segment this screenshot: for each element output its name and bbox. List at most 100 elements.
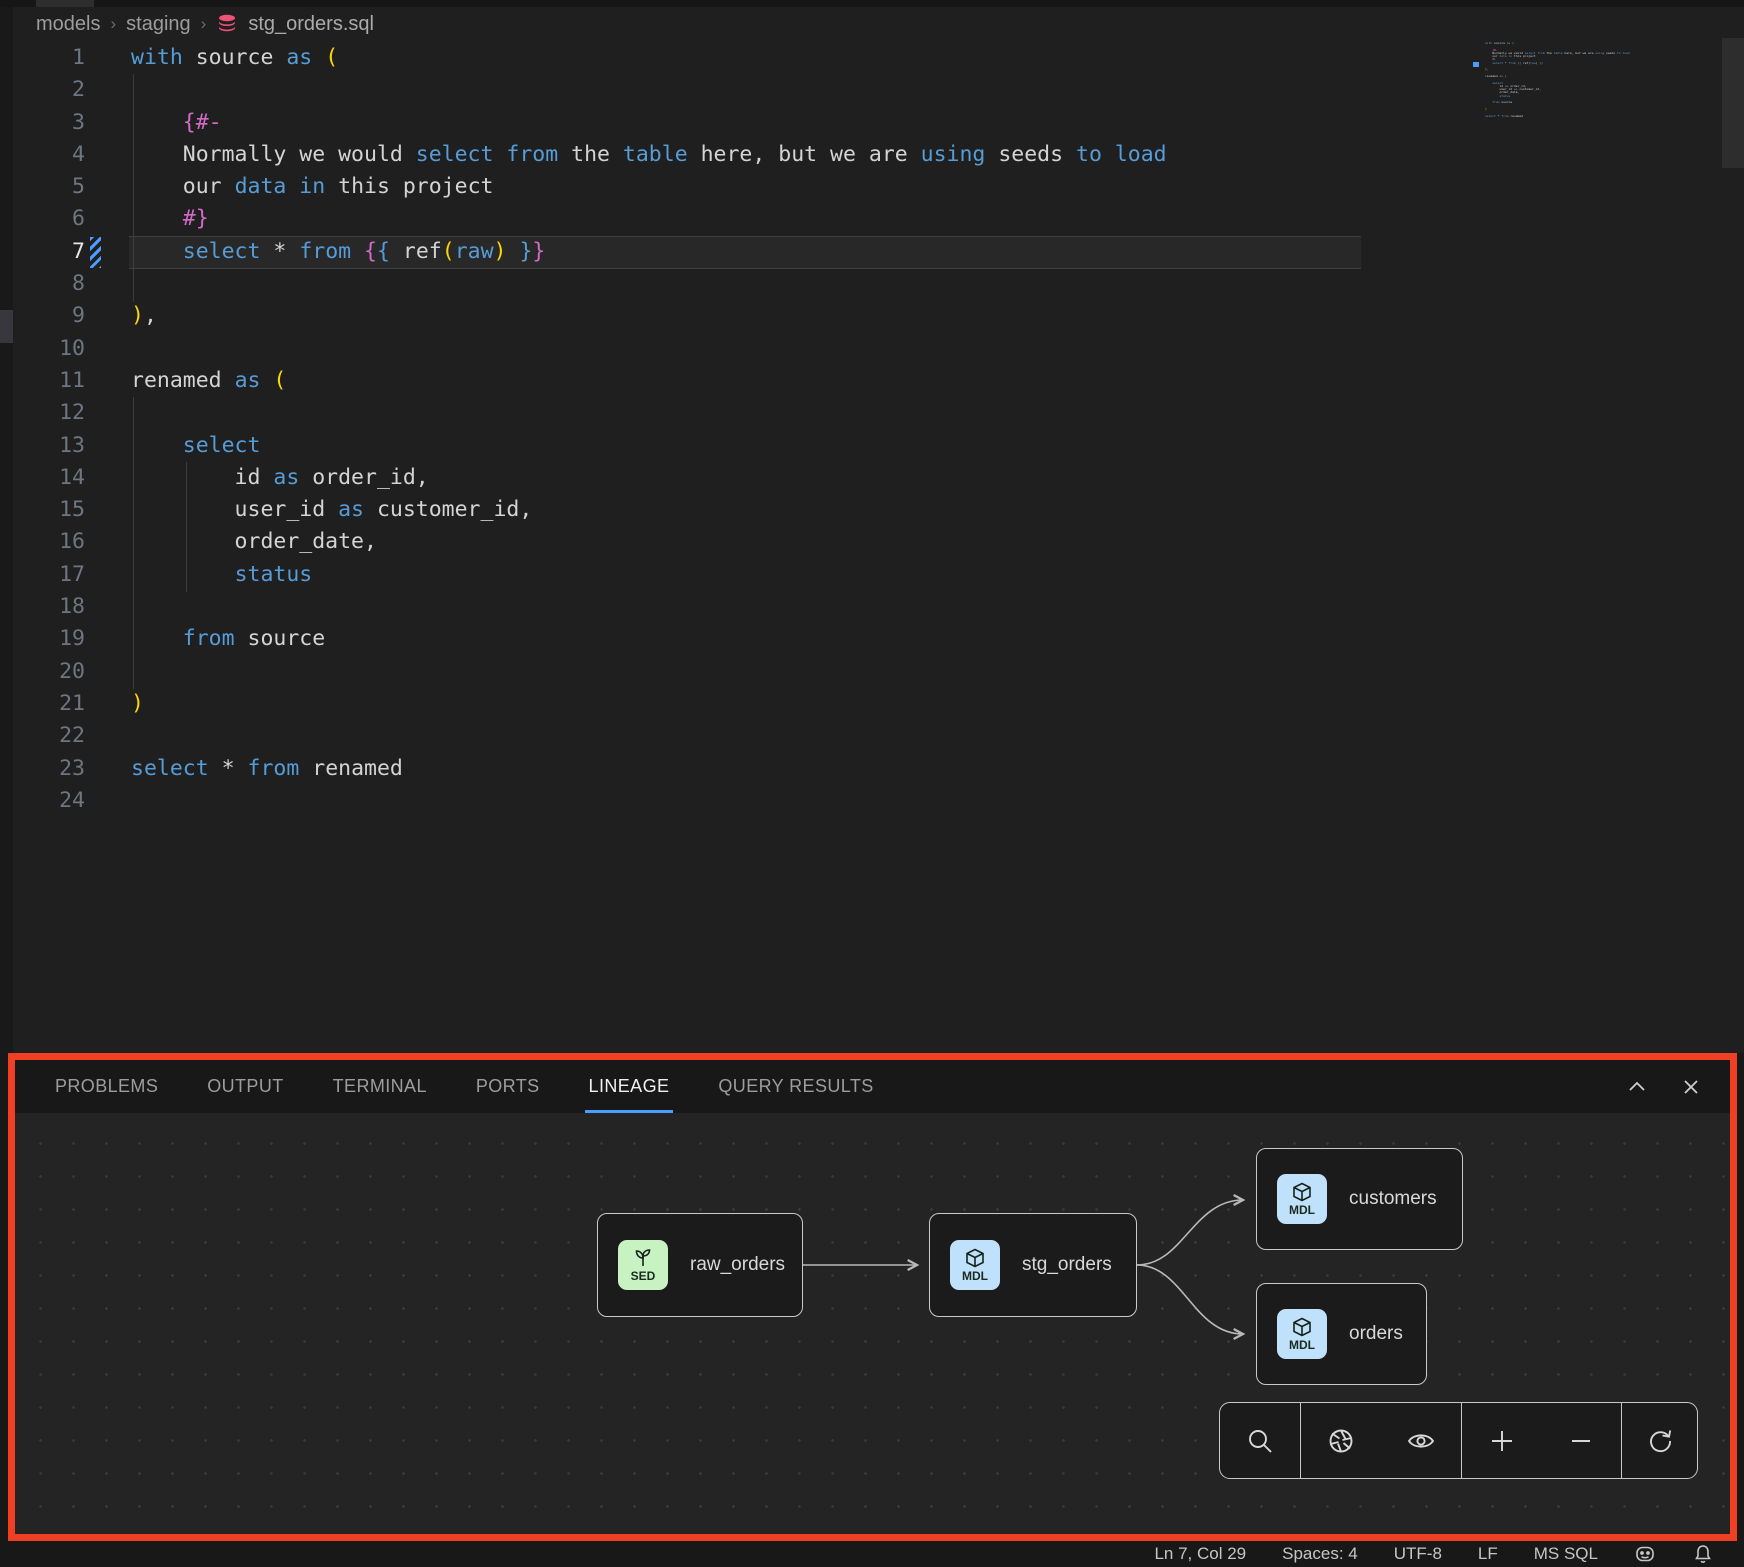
minimap-modified-marker	[1473, 62, 1479, 67]
node-label: raw_orders	[690, 1254, 785, 1276]
minus-icon[interactable]	[1564, 1424, 1598, 1458]
left-rail-thumb	[0, 310, 13, 343]
node-label: orders	[1349, 1323, 1403, 1345]
toolbar-refresh-cell	[1621, 1403, 1697, 1478]
line-content: {#-	[131, 107, 222, 139]
code-line[interactable]: 16 order_date,	[0, 526, 1744, 558]
model-badge: MDL	[1277, 1174, 1327, 1224]
breadcrumb-item-staging[interactable]: staging	[126, 13, 191, 36]
lineage-node-customers[interactable]: MDL customers	[1256, 1148, 1463, 1250]
code-line[interactable]: 18	[0, 591, 1744, 623]
code-line[interactable]: 15 user_id as customer_id,	[0, 494, 1744, 526]
minimap-line	[1485, 118, 1705, 121]
tab-output[interactable]: OUTPUT	[207, 1060, 283, 1113]
line-content: user_id as customer_id,	[131, 494, 532, 526]
line-content: )	[131, 688, 144, 720]
code-line[interactable]: 3 {#-	[0, 107, 1744, 139]
code-editor[interactable]: models › staging › stg_orders.sql 1with …	[0, 0, 1744, 1053]
line-content: select	[131, 430, 260, 462]
breadcrumb: models › staging › stg_orders.sql	[36, 9, 374, 39]
code-line[interactable]: 9),	[0, 300, 1744, 332]
node-badge-label: MDL	[1289, 1338, 1315, 1352]
language-mode[interactable]: MS SQL	[1534, 1544, 1598, 1564]
lineage-node-raw-orders[interactable]: SED raw_orders	[597, 1213, 803, 1317]
tab-problems[interactable]: PROBLEMS	[55, 1060, 158, 1113]
node-label: customers	[1349, 1188, 1437, 1210]
code-line[interactable]: 11renamed as (	[0, 365, 1744, 397]
close-icon[interactable]	[1680, 1076, 1702, 1098]
code-line[interactable]: 6 #}	[0, 203, 1744, 235]
tab-lineage[interactable]: LINEAGE	[589, 1060, 670, 1113]
encoding[interactable]: UTF-8	[1394, 1544, 1442, 1564]
line-content: id as order_id,	[131, 462, 429, 494]
search-icon[interactable]	[1243, 1424, 1277, 1458]
scrollbar-thumb[interactable]	[1722, 38, 1744, 168]
copilot-icon[interactable]	[1634, 1543, 1656, 1565]
code-line[interactable]: 14 id as order_id,	[0, 462, 1744, 494]
refresh-icon[interactable]	[1643, 1424, 1677, 1458]
line-content: Normally we would select from the table …	[131, 139, 1167, 171]
model-badge: MDL	[950, 1240, 1000, 1290]
seedling-icon	[632, 1248, 654, 1268]
panel-tab-bar: PROBLEMS OUTPUT TERMINAL PORTS LINEAGE QUERY …	[15, 1060, 1730, 1113]
code-line[interactable]: 20	[0, 656, 1744, 688]
lineage-canvas[interactable]: SED raw_orders MDL stg_orders	[15, 1113, 1730, 1534]
code-line[interactable]: 7 select * from {{ ref(raw) }}	[0, 236, 1744, 268]
lineage-node-orders[interactable]: MDL orders	[1256, 1283, 1427, 1385]
code-line[interactable]: 4 Normally we would select from the tabl…	[0, 139, 1744, 171]
code-line[interactable]: 5 our data in this project	[0, 171, 1744, 203]
tab-terminal[interactable]: TERMINAL	[333, 1060, 427, 1113]
node-badge-label: MDL	[962, 1269, 988, 1283]
chevron-up-icon[interactable]	[1626, 1076, 1648, 1098]
code-lines[interactable]: 1with source as (23 {#-4 Normally we wou…	[0, 42, 1744, 817]
window-top-edge	[0, 0, 1744, 7]
toolbar-search-cell	[1220, 1403, 1300, 1478]
code-line[interactable]: 21)	[0, 688, 1744, 720]
breadcrumb-item-models[interactable]: models	[36, 13, 100, 36]
code-line[interactable]: 8	[0, 268, 1744, 300]
breadcrumb-file-name[interactable]: stg_orders.sql	[248, 13, 374, 36]
toolbar-zoom-cell	[1461, 1403, 1621, 1478]
code-line[interactable]: 10	[0, 333, 1744, 365]
tab-ports[interactable]: PORTS	[476, 1060, 540, 1113]
model-badge: MDL	[1277, 1309, 1327, 1359]
code-line[interactable]: 19 from source	[0, 623, 1744, 655]
status-bar: Ln 7, Col 29 Spaces: 4 UTF-8 LF MS SQL	[0, 1541, 1744, 1567]
node-badge-label: SED	[631, 1269, 656, 1283]
cube-icon	[964, 1248, 986, 1268]
code-line[interactable]: 22	[0, 720, 1744, 752]
code-line[interactable]: 12	[0, 397, 1744, 429]
cursor-position[interactable]: Ln 7, Col 29	[1154, 1544, 1246, 1564]
line-content: our data in this project	[131, 171, 493, 203]
eye-icon[interactable]	[1404, 1424, 1438, 1458]
code-line[interactable]: 23select * from renamed	[0, 753, 1744, 785]
line-content: from source	[131, 623, 325, 655]
tab-query-results[interactable]: QUERY RESULTS	[718, 1060, 873, 1113]
code-line[interactable]: 2	[0, 74, 1744, 106]
seed-badge: SED	[618, 1240, 668, 1290]
indentation[interactable]: Spaces: 4	[1282, 1544, 1358, 1564]
editor-tab-edge	[36, 0, 94, 7]
lineage-node-stg-orders[interactable]: MDL stg_orders	[929, 1213, 1137, 1317]
code-line[interactable]: 17 status	[0, 559, 1744, 591]
cube-icon	[1291, 1182, 1313, 1202]
minimap[interactable]: with source as ( {#- Normally we would s…	[1485, 42, 1705, 121]
code-line[interactable]: 24	[0, 785, 1744, 817]
eol[interactable]: LF	[1478, 1544, 1498, 1564]
toolbar-view-cell	[1300, 1403, 1461, 1478]
lineage-toolbar	[1219, 1402, 1698, 1479]
bell-icon[interactable]	[1692, 1543, 1714, 1565]
line-content: ),	[131, 300, 157, 332]
line-content: #}	[131, 203, 209, 235]
plus-icon[interactable]	[1485, 1424, 1519, 1458]
left-rail	[0, 7, 13, 1053]
code-line[interactable]: 1with source as (	[0, 42, 1744, 74]
panel-actions	[1626, 1060, 1702, 1113]
database-icon	[216, 13, 238, 35]
aperture-icon[interactable]	[1324, 1424, 1358, 1458]
line-content: select * from {{ ref(raw) }}	[131, 236, 545, 268]
code-line[interactable]: 13 select	[0, 430, 1744, 462]
line-content: renamed as (	[131, 365, 286, 397]
breadcrumb-separator: ›	[201, 14, 207, 34]
line-content: order_date,	[131, 526, 377, 558]
